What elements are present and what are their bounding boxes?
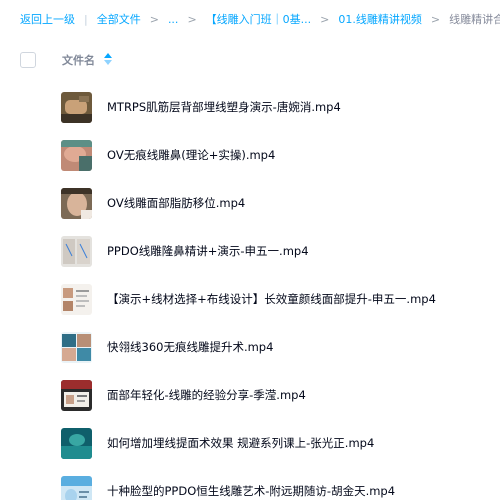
- breadcrumb-chevron-icon: >: [149, 12, 159, 26]
- file-list: MTRPS肌筋层背部埋线塑身演示-唐婉消.mp4 OV无痕线雕鼻(理论+实操).…: [0, 82, 500, 500]
- file-name: 面部年轻化-线雕的经验分享-季滢.mp4: [107, 388, 306, 402]
- video-thumbnail-presentation: [61, 380, 92, 411]
- breadcrumb-chevron-icon: >: [187, 12, 197, 26]
- file-row[interactable]: OV无痕线雕鼻(理论+实操).mp4: [0, 130, 500, 178]
- breadcrumb: 返回上一级 | 全部文件 > ... > 【线雕入门班｜0基... > 01.线…: [0, 0, 500, 38]
- file-row[interactable]: 【演示+线材选择+布线设计】长效童颜线面部提升-申五一.mp4: [0, 274, 500, 322]
- file-row[interactable]: 快翎线360无痕线雕提升术.mp4: [0, 322, 500, 370]
- file-name: PPDO线雕隆鼻精讲+演示-申五一.mp4: [107, 244, 309, 258]
- file-name: 如何增加埋线提面术效果 规避系列课上-张光正.mp4: [107, 436, 375, 450]
- video-thumbnail-teal-slide: [61, 428, 92, 459]
- breadcrumb-divider: |: [84, 12, 88, 26]
- file-row[interactable]: 十种脸型的PPDO恒生线雕艺术-附远期随访-胡金天.mp4: [0, 466, 500, 500]
- video-thumbnail-back-treatment: [61, 92, 92, 123]
- video-thumbnail-face-treatment: [61, 188, 92, 219]
- file-name: 快翎线360无痕线雕提升术.mp4: [107, 340, 274, 354]
- back-link[interactable]: 返回上一级: [20, 11, 75, 27]
- video-thumbnail-face-diagram: [61, 236, 92, 267]
- file-name: 十种脸型的PPDO恒生线雕艺术-附远期随访-胡金天.mp4: [107, 484, 396, 498]
- breadcrumb-folder-videos[interactable]: 01.线雕精讲视频: [338, 11, 422, 27]
- file-name: OV无痕线雕鼻(理论+实操).mp4: [107, 148, 276, 162]
- video-thumbnail-face-collage: [61, 332, 92, 363]
- file-name: 【演示+线材选择+布线设计】长效童颜线面部提升-申五一.mp4: [107, 292, 436, 306]
- breadcrumb-current-folder: 线雕精讲合集: [449, 13, 500, 26]
- file-row[interactable]: PPDO线雕隆鼻精讲+演示-申五一.mp4: [0, 226, 500, 274]
- sort-icon[interactable]: [104, 53, 112, 65]
- video-thumbnail-slides: [61, 284, 92, 315]
- select-all-checkbox[interactable]: [20, 52, 36, 68]
- file-row[interactable]: 如何增加埋线提面术效果 规避系列课上-张光正.mp4: [0, 418, 500, 466]
- column-header-filename[interactable]: 文件名: [62, 52, 95, 68]
- breadcrumb-chevron-icon: >: [430, 12, 441, 26]
- breadcrumb-all-files[interactable]: 全部文件: [97, 11, 141, 27]
- file-row[interactable]: MTRPS肌筋层背部埋线塑身演示-唐婉消.mp4: [0, 82, 500, 130]
- breadcrumb-ellipsis[interactable]: ...: [168, 13, 179, 26]
- breadcrumb-chevron-icon: >: [320, 12, 330, 26]
- breadcrumb-folder-course[interactable]: 【线雕入门班｜0基...: [206, 11, 312, 27]
- file-name: OV线雕面部脂肪移位.mp4: [107, 196, 246, 210]
- file-list-header: 文件名: [0, 38, 500, 82]
- file-row[interactable]: OV线雕面部脂肪移位.mp4: [0, 178, 500, 226]
- file-name: MTRPS肌筋层背部埋线塑身演示-唐婉消.mp4: [107, 100, 341, 114]
- file-row[interactable]: 面部年轻化-线雕的经验分享-季滢.mp4: [0, 370, 500, 418]
- video-thumbnail-nose-procedure: [61, 140, 92, 171]
- video-thumbnail-blue-slide: [61, 476, 92, 500]
